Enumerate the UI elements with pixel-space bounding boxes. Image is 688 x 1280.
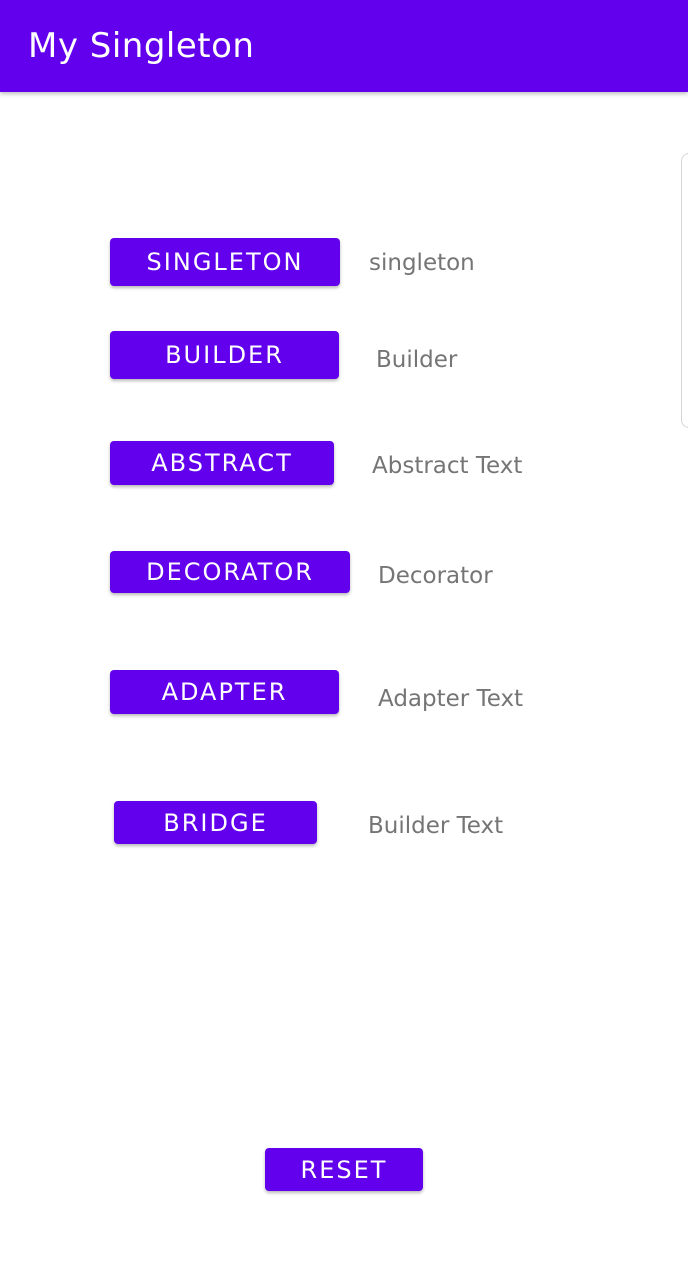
singleton-text: singleton	[369, 250, 475, 276]
abstract-button[interactable]: ABSTRACT	[110, 441, 334, 485]
adapter-text: Adapter Text	[378, 686, 524, 712]
app-bar: My Singleton	[0, 0, 688, 92]
app-title: My Singleton	[28, 26, 255, 66]
bridge-button[interactable]: BRIDGE	[114, 801, 317, 844]
singleton-button[interactable]: SINGLETON	[110, 238, 340, 286]
abstract-text: Abstract Text	[372, 453, 523, 479]
builder-button[interactable]: BUILDER	[110, 331, 339, 379]
decorator-text: Decorator	[378, 563, 493, 589]
builder-text: Builder	[376, 347, 458, 373]
decorator-button[interactable]: DECORATOR	[110, 551, 350, 593]
adapter-button[interactable]: ADAPTER	[110, 670, 339, 714]
edge-panel-handle[interactable]	[681, 153, 688, 428]
bridge-text: Builder Text	[368, 813, 504, 839]
reset-button[interactable]: RESET	[265, 1148, 423, 1191]
